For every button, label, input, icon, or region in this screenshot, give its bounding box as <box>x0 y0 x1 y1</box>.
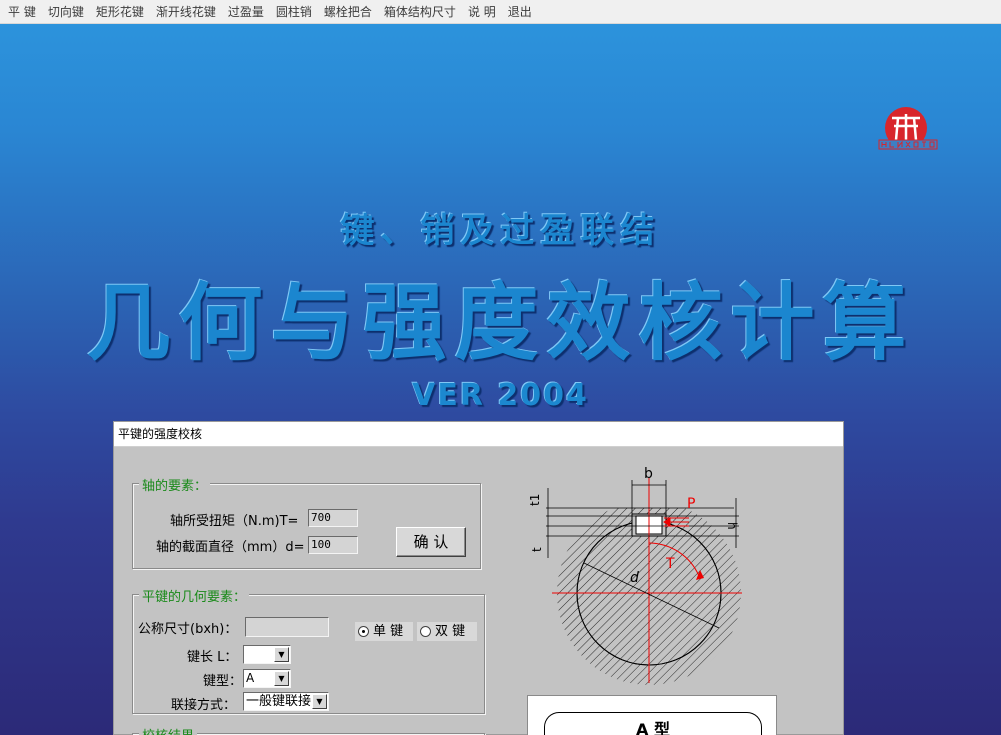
label-T: T <box>665 556 675 572</box>
splash-version: VER 2004 <box>412 378 589 413</box>
single-key-radio-dot <box>358 626 369 637</box>
double-key-radio-dot <box>420 626 431 637</box>
key-type-diagram: A 型 <box>527 695 777 735</box>
key-type-select[interactable]: A ▼ <box>243 669 291 688</box>
torque-label: 轴所受扭矩（N.m)T= <box>170 514 299 529</box>
key-geometry-label: 平键的几何要素： <box>139 586 250 605</box>
label-h: h <box>725 522 739 530</box>
nominal-size-label: 公称尺寸(bxh)： <box>138 622 238 637</box>
dialog-title: 平键的强度校核 <box>114 422 843 447</box>
key-type-a-label: A 型 <box>636 720 670 735</box>
label-P: P <box>687 496 695 512</box>
nominal-size-input[interactable] <box>245 617 329 637</box>
shaft-elements-group: 轴的要素： 轴所受扭矩（N.m)T= 700 轴的截面直径（mm）d= 100 … <box>132 475 481 569</box>
key-geometry-group: 平键的几何要素： 公称尺寸(bxh)： 单 键 双 键 键长 L： ▼ 键型： … <box>132 586 485 714</box>
diameter-label: 轴的截面直径（mm）d= <box>156 540 305 555</box>
single-key-label: 单 键 <box>373 624 404 639</box>
double-key-label: 双 键 <box>435 624 466 639</box>
key-length-select[interactable]: ▼ <box>243 645 291 664</box>
flat-key-strength-dialog: 平键的强度校核 轴的要素： 轴所受扭矩（N.m)T= 700 轴的截面直径（mm… <box>113 421 844 735</box>
label-d: d <box>630 570 639 586</box>
chevron-down-icon[interactable]: ▼ <box>274 671 289 686</box>
menu-tangential-key[interactable]: 切向键 <box>42 0 90 24</box>
label-t: t <box>530 547 544 552</box>
company-logo <box>878 107 938 150</box>
chevron-down-icon[interactable]: ▼ <box>274 647 289 662</box>
key-type-value: A <box>246 671 255 685</box>
menu-exit[interactable]: 退出 <box>502 0 538 24</box>
menu-interference[interactable]: 过盈量 <box>222 0 270 24</box>
key-section-diagram: b t1 t h P T d <box>528 466 742 685</box>
chevron-down-icon[interactable]: ▼ <box>312 694 327 709</box>
connection-value: 一般键联接 <box>246 694 312 709</box>
label-b: b <box>644 466 653 482</box>
confirm-button[interactable]: 确 认 <box>396 527 466 557</box>
splash-title: 几何与强度效核计算 <box>86 274 915 372</box>
menu-involute-spline[interactable]: 渐开线花键 <box>150 0 222 24</box>
shaft-elements-label: 轴的要素： <box>139 475 211 494</box>
key-length-label: 键长 L： <box>187 650 238 665</box>
result-label: 校核结果 <box>139 725 198 735</box>
label-t1: t1 <box>528 494 542 506</box>
menu-cylindrical-pin[interactable]: 圆柱销 <box>270 0 318 24</box>
connection-select[interactable]: 一般键联接 ▼ <box>243 692 329 711</box>
connection-label: 联接方式： <box>171 698 237 713</box>
menu-help[interactable]: 说 明 <box>462 0 502 24</box>
menu-bar: 平 键 切向键 矩形花键 渐开线花键 过盈量 圆柱销 螺栓把合 箱体结构尺寸 说… <box>0 0 1001 24</box>
menu-rect-spline[interactable]: 矩形花键 <box>90 0 150 24</box>
menu-bolt-joint[interactable]: 螺栓把合 <box>318 0 378 24</box>
torque-input[interactable]: 700 <box>308 509 358 527</box>
splash-subtitle: 键、销及过盈联结 <box>340 211 661 251</box>
key-type-label: 键型： <box>203 674 243 689</box>
double-key-radio[interactable]: 双 键 <box>417 622 477 641</box>
menu-flat-key[interactable]: 平 键 <box>2 0 42 24</box>
menu-housing-dims[interactable]: 箱体结构尺寸 <box>378 0 462 24</box>
single-key-radio[interactable]: 单 键 <box>355 622 413 641</box>
diameter-input[interactable]: 100 <box>308 536 358 554</box>
